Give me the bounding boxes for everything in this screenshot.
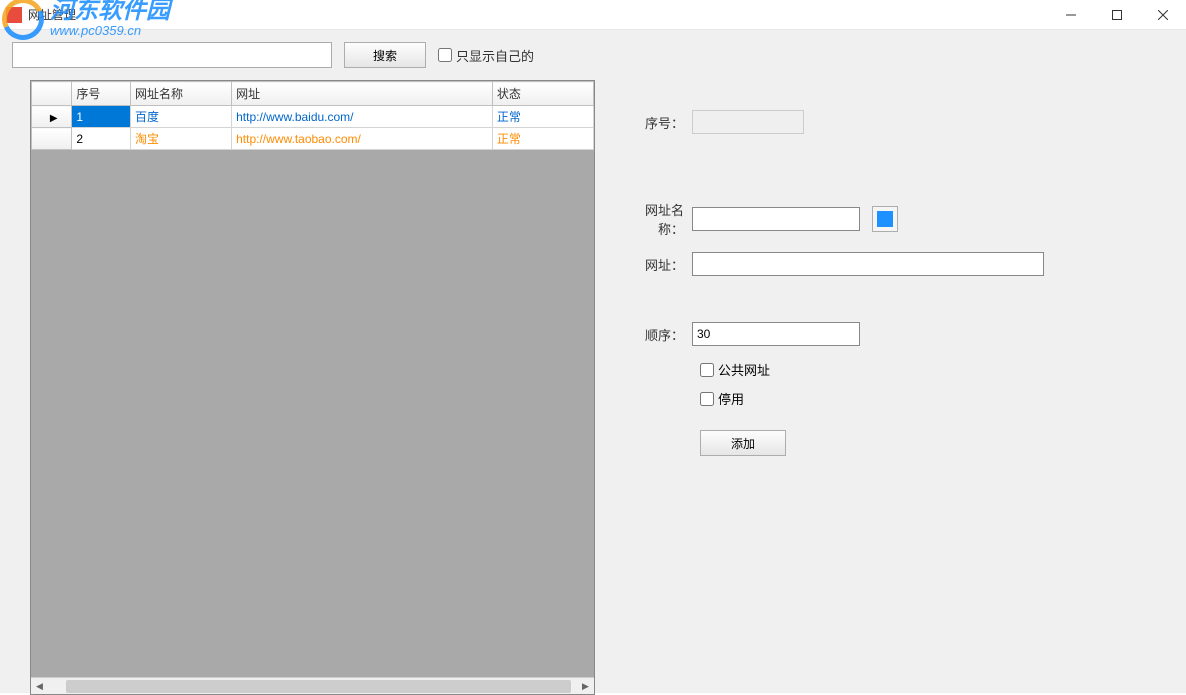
cell-url[interactable]: http://www.taobao.com/ — [232, 128, 493, 150]
cell-url[interactable]: http://www.baidu.com/ — [232, 106, 493, 128]
app-icon — [6, 7, 22, 23]
url-label: 网址： — [620, 255, 692, 274]
color-swatch-icon — [877, 211, 893, 227]
detail-form: 序号： 网址名称： 网址： 顺序： 公共网址 停用 添加 — [620, 110, 1156, 456]
scroll-thumb[interactable] — [66, 680, 571, 693]
disabled-checkbox[interactable] — [700, 392, 714, 406]
table-row[interactable]: 2淘宝http://www.taobao.com/正常 — [32, 128, 594, 150]
add-button[interactable]: 添加 — [700, 430, 786, 456]
col-header-name[interactable]: 网址名称 — [131, 82, 232, 106]
cell-seq[interactable]: 1 — [72, 106, 131, 128]
only-mine-checkbox[interactable]: 只显示自己的 — [438, 46, 534, 65]
scroll-track[interactable] — [48, 678, 577, 695]
order-label: 顺序： — [620, 325, 692, 344]
maximize-button[interactable] — [1094, 0, 1140, 30]
color-picker-button[interactable] — [872, 206, 898, 232]
cell-seq[interactable]: 2 — [72, 128, 131, 150]
col-header-url[interactable]: 网址 — [232, 82, 493, 106]
window-title: 网址管理 — [28, 6, 76, 23]
order-input[interactable] — [692, 322, 860, 346]
public-checkbox[interactable] — [700, 363, 714, 377]
public-label: 公共网址 — [718, 360, 770, 379]
scroll-left-icon[interactable]: ◀ — [31, 678, 48, 695]
table-row[interactable]: ▶1百度http://www.baidu.com/正常 — [32, 106, 594, 128]
only-mine-label: 只显示自己的 — [456, 46, 534, 65]
scroll-right-icon[interactable]: ▶ — [577, 678, 594, 695]
titlebar: 网址管理 — [0, 0, 1186, 30]
search-button[interactable]: 搜索 — [344, 42, 426, 68]
horizontal-scrollbar[interactable]: ◀ ▶ — [31, 677, 594, 694]
url-grid[interactable]: 序号 网址名称 网址 状态 ▶1百度http://www.baidu.com/正… — [30, 80, 595, 695]
row-indicator — [32, 128, 72, 150]
row-indicator: ▶ — [32, 106, 72, 128]
cell-status[interactable]: 正常 — [492, 106, 593, 128]
cell-name[interactable]: 百度 — [131, 106, 232, 128]
url-input[interactable] — [692, 252, 1044, 276]
grid-corner — [32, 82, 72, 106]
seq-display — [692, 110, 804, 134]
cell-name[interactable]: 淘宝 — [131, 128, 232, 150]
seq-label: 序号： — [620, 113, 692, 132]
col-header-status[interactable]: 状态 — [492, 82, 593, 106]
name-input[interactable] — [692, 207, 860, 231]
search-input[interactable] — [12, 42, 332, 68]
minimize-button[interactable] — [1048, 0, 1094, 30]
disabled-label: 停用 — [718, 389, 744, 408]
name-label: 网址名称： — [620, 200, 692, 238]
only-mine-checkbox-input[interactable] — [438, 48, 452, 62]
col-header-seq[interactable]: 序号 — [72, 82, 131, 106]
close-button[interactable] — [1140, 0, 1186, 30]
cell-status[interactable]: 正常 — [492, 128, 593, 150]
